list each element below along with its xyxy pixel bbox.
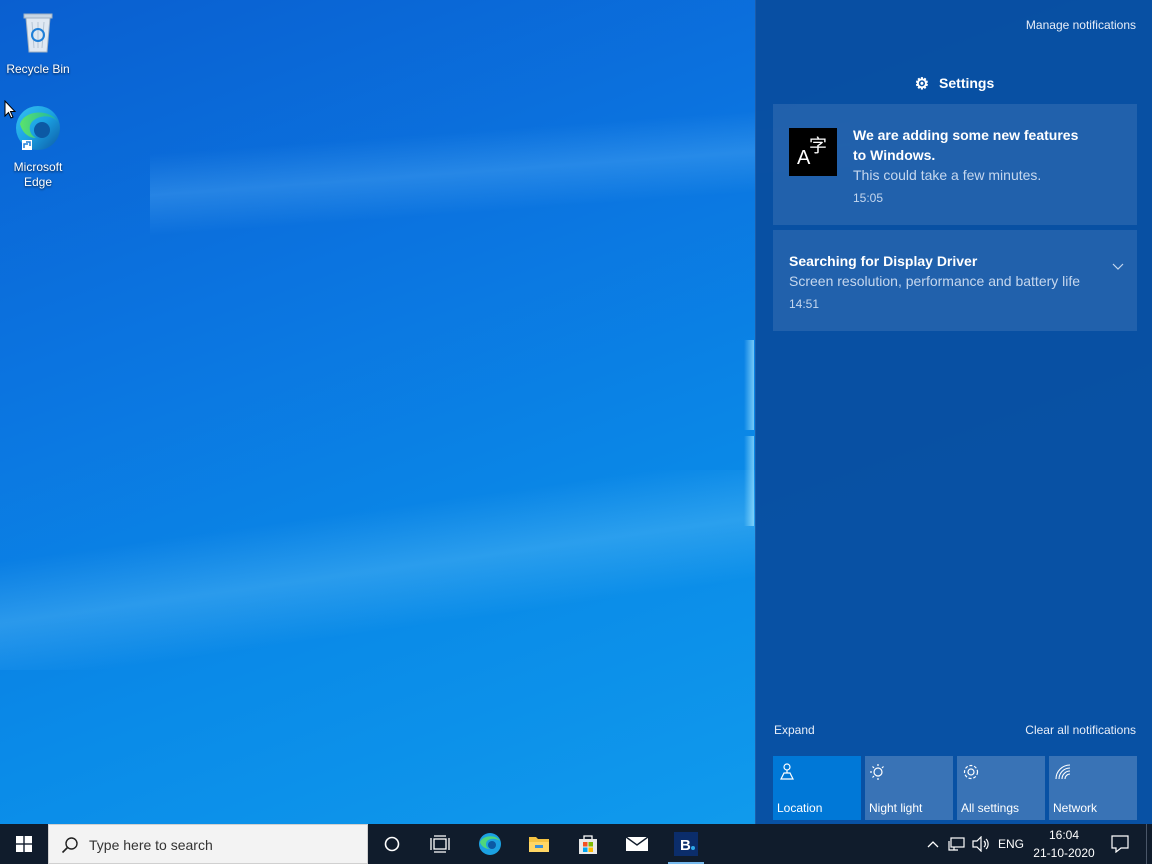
notification-body: This could take a few minutes. [853,167,1042,183]
taskbar-booking-button[interactable]: B [662,824,710,864]
wallpaper-glow [744,340,754,430]
chevron-up-icon[interactable] [926,838,940,850]
notification-time: 15:05 [853,191,884,205]
gear-icon [963,764,979,780]
volume-icon[interactable] [971,836,991,852]
clock-time[interactable]: 16:04 [1030,828,1098,842]
quick-action-label: Location [777,801,823,815]
desktop[interactable]: Recycle Bin Microsoft Edge Manage notifi… [0,0,1152,864]
edge-icon [16,106,60,150]
quick-action-location[interactable]: Location [773,756,861,820]
notification-group-title: Settings [939,75,995,91]
quick-action-label: Network [1053,801,1098,815]
wallpaper-glow [744,436,754,526]
taskbar-store-button[interactable] [564,824,612,864]
file-explorer-icon [529,837,549,852]
language-indicator[interactable]: ENG [994,837,1028,851]
expand-link[interactable]: Expand [774,723,815,737]
edge-icon [479,833,501,855]
manage-notifications-link[interactable]: Manage notifications [1026,18,1136,32]
gear-icon: ⚙ [914,76,930,93]
mail-icon [625,836,649,851]
search-icon [61,837,78,854]
notification-icon [1111,835,1129,853]
taskbar-search-box[interactable]: Type here to search [48,824,368,864]
notification-card[interactable]: Searching for Display Driver Screen reso… [773,230,1137,331]
cortana-button[interactable] [368,824,416,864]
notification-body: Screen resolution, performance and batte… [789,273,1081,289]
desktop-icon-label: Microsoft Edge [13,160,63,189]
task-view-button[interactable] [416,824,464,864]
notification-time: 14:51 [789,297,820,311]
network-icon [1055,764,1071,780]
desktop-icon-label: Recycle Bin [6,62,70,76]
taskbar-file-explorer-button[interactable] [515,824,563,864]
action-center-button[interactable] [1100,824,1140,864]
notification-title: to Windows. [853,147,936,163]
wallpaper-beam [0,470,760,670]
language-icon: A 字 [789,128,837,176]
quick-action-label: All settings [961,801,1020,815]
mouse-cursor-icon [4,100,16,119]
taskbar-mail-button[interactable] [613,824,661,864]
taskbar: Type here to search B ENG 16:04 21-10-20… [0,824,1152,864]
notification-title: We are adding some new features [853,127,1079,143]
svg-text:B: B [680,837,691,854]
cortana-icon [384,836,400,852]
booking-icon: B [674,832,698,856]
location-icon [780,763,794,780]
notification-title: Searching for Display Driver [789,253,978,269]
clock-date[interactable]: 21-10-2020 [1030,846,1098,860]
quick-action-night-light[interactable]: Night light [865,756,953,820]
desktop-icon-recycle-bin[interactable]: Recycle Bin [1,8,75,77]
svg-text:字: 字 [809,136,827,157]
notification-card[interactable]: A 字 We are adding some new features to W… [773,104,1137,225]
quick-action-label: Night light [869,801,923,815]
night-light-icon [870,764,884,780]
show-desktop-button[interactable] [1146,824,1152,864]
quick-action-all-settings[interactable]: All settings [957,756,1045,820]
wallpaper-beam [150,0,850,350]
search-placeholder: Type here to search [89,837,213,853]
recycle-bin-icon [23,13,53,53]
action-center-panel: Manage notifications ⚙ Settings A 字 We ar… [755,0,1152,824]
store-icon [579,835,597,854]
notification-group-header[interactable]: ⚙ Settings [756,74,1152,94]
quick-action-network[interactable]: Network [1049,756,1137,820]
taskbar-edge-button[interactable] [466,824,514,864]
clear-all-notifications-link[interactable]: Clear all notifications [1025,723,1136,737]
windows-logo-icon [16,836,32,852]
start-button[interactable] [0,824,48,864]
chevron-down-icon[interactable] [1111,260,1125,274]
network-tray-icon[interactable] [948,836,966,852]
task-view-icon [430,835,450,853]
